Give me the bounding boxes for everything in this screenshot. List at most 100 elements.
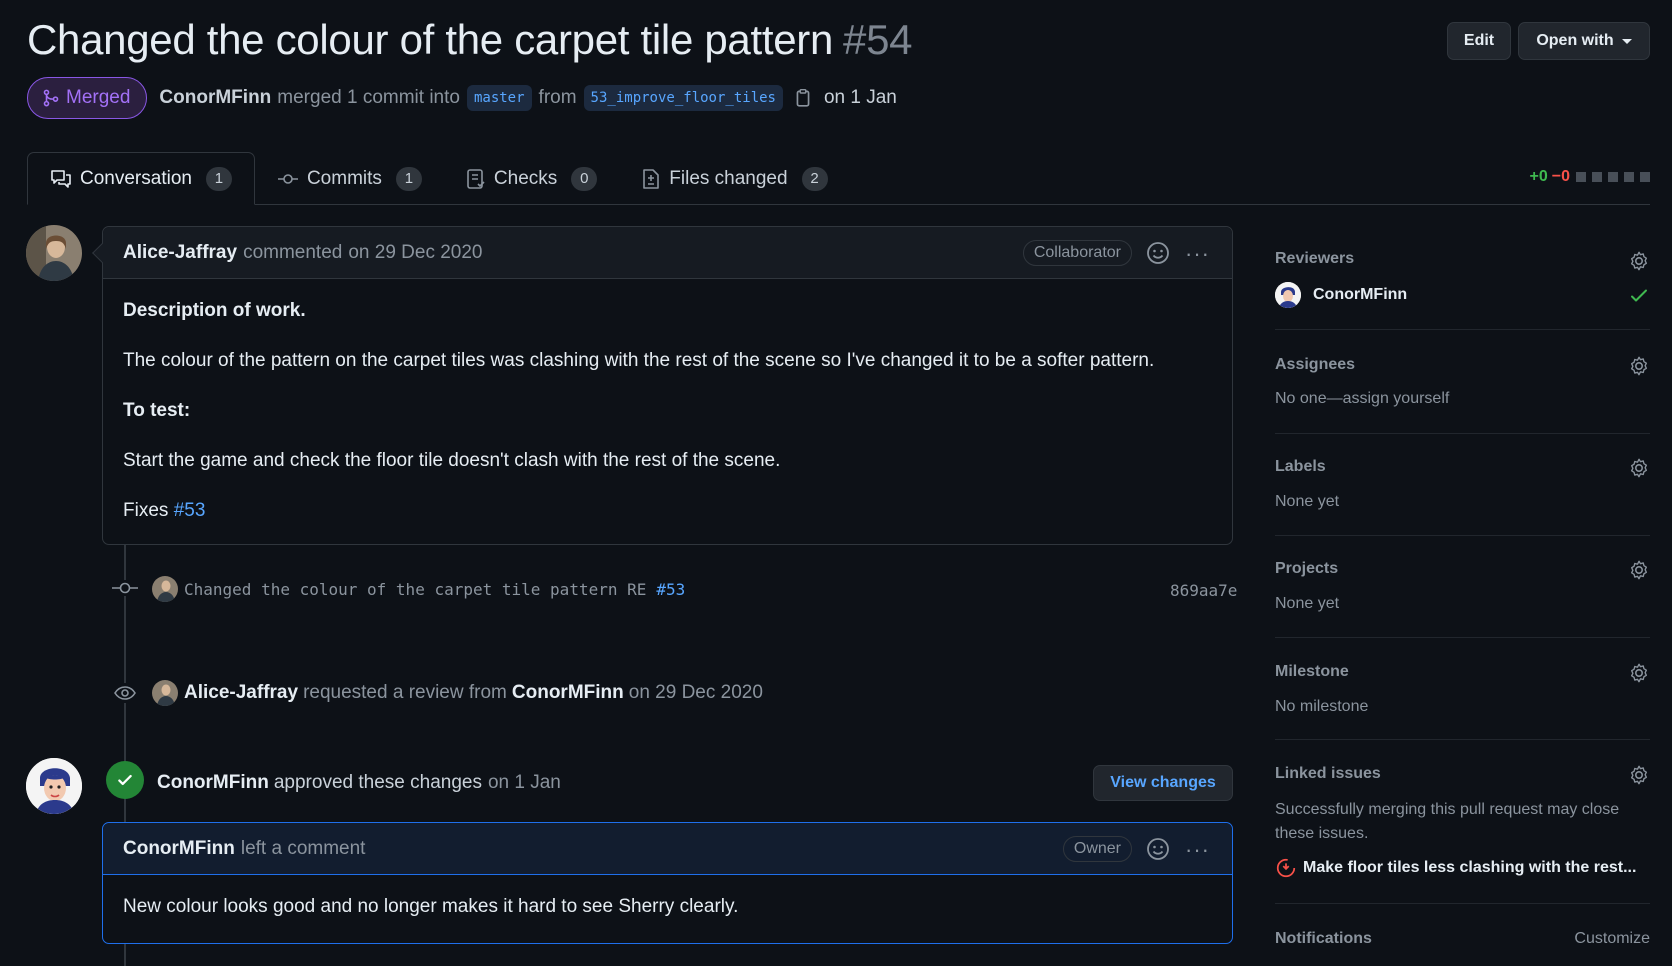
- approval-actor[interactable]: ConorMFinn: [157, 772, 269, 794]
- labels-value: None yet: [1275, 493, 1340, 510]
- review-request-text: requested a review from: [303, 682, 507, 703]
- view-changes-button[interactable]: View changes: [1093, 765, 1233, 801]
- tab-conversation[interactable]: Conversation 1: [27, 152, 255, 205]
- comment-body: Description of work. The colour of the p…: [103, 279, 1232, 543]
- role-badge: Collaborator: [1022, 240, 1132, 266]
- pr-tabs: Conversation 1 Commits 1 Checks 0 Files …: [27, 152, 850, 205]
- tab-checks[interactable]: Checks 0: [444, 152, 619, 205]
- sidebar-linked-issues-title[interactable]: Linked issues: [1275, 765, 1381, 783]
- commit-message[interactable]: Changed the colour of the carpet tile pa…: [184, 580, 646, 599]
- description-heading: Description of work.: [123, 300, 306, 321]
- avatar-alice-small[interactable]: [152, 576, 178, 602]
- sidebar-reviewers-title[interactable]: Reviewers: [1275, 250, 1354, 268]
- eye-icon: [112, 683, 138, 703]
- diffstat-block: [1576, 172, 1586, 182]
- git-merge-icon: [43, 89, 59, 107]
- avatar-alice-small-image: [152, 576, 178, 602]
- open-with-label: Open with: [1536, 32, 1614, 49]
- reviewer-row[interactable]: ConorMFinn: [1275, 282, 1407, 308]
- tab-commits-label: Commits: [306, 167, 382, 189]
- projects-value: None yet: [1275, 595, 1340, 612]
- comment-action: left a comment: [240, 837, 366, 859]
- tab-checks-label: Checks: [493, 167, 558, 189]
- commit-issue-link[interactable]: #53: [656, 580, 685, 599]
- git-commit-icon: [277, 173, 298, 184]
- gear-icon[interactable]: [1628, 662, 1650, 684]
- description-text: The colour of the pattern on the carpet …: [123, 350, 1155, 371]
- copy-icon[interactable]: [794, 88, 812, 108]
- comment-date[interactable]: on 29 Dec 2020: [348, 242, 482, 264]
- sidebar-assignees-title[interactable]: Assignees: [1275, 356, 1355, 374]
- diffstat-deletions: −0: [1551, 168, 1570, 185]
- test-heading: To test:: [123, 400, 191, 421]
- comment-header: Alice-Jaffray commented on 29 Dec 2020 C…: [103, 227, 1232, 279]
- edit-button[interactable]: Edit: [1447, 22, 1511, 60]
- reviewer-name: ConorMFinn: [1313, 286, 1408, 303]
- sidebar-projects: Projects None yet: [1275, 536, 1650, 638]
- checklist-icon: [467, 168, 485, 189]
- gear-icon[interactable]: [1628, 457, 1650, 479]
- tab-files-changed-label: Files changed: [669, 167, 788, 189]
- commit-event: Changed the colour of the carpet tile pa…: [152, 576, 685, 602]
- open-with-button[interactable]: Open with: [1518, 22, 1650, 60]
- issue-link[interactable]: #53: [174, 500, 206, 521]
- pr-meta: Merged ConorMFinn merged 1 commit into m…: [27, 77, 897, 119]
- linked-issue-title: Make floor tiles less clashing with the …: [1303, 859, 1637, 876]
- gear-icon[interactable]: [1628, 250, 1650, 272]
- comment-body: New colour looks good and no longer make…: [103, 875, 1232, 939]
- avatar-conor-image: [26, 758, 82, 814]
- tab-conversation-label: Conversation: [80, 167, 192, 189]
- test-text: Start the game and check the floor tile …: [123, 450, 781, 471]
- kebab-menu-icon[interactable]: ···: [1185, 837, 1210, 863]
- gear-icon[interactable]: [1628, 355, 1650, 377]
- smiley-icon[interactable]: [1146, 241, 1170, 265]
- sidebar-milestone-title[interactable]: Milestone: [1275, 663, 1349, 681]
- gear-icon[interactable]: [1628, 559, 1650, 581]
- smiley-icon[interactable]: [1146, 837, 1170, 861]
- gear-icon[interactable]: [1628, 764, 1650, 786]
- linked-issue-row[interactable]: Make floor tiles less clashing with the …: [1275, 857, 1636, 879]
- tab-conversation-count: 1: [205, 166, 232, 191]
- comment-author[interactable]: Alice-Jaffray: [123, 242, 237, 264]
- avatar-conor[interactable]: [26, 758, 82, 814]
- commit-sha[interactable]: 869aa7e: [1170, 581, 1237, 600]
- assignees-value[interactable]: No one—assign yourself: [1275, 390, 1449, 408]
- tab-commits-count: 1: [395, 166, 422, 191]
- linked-issues-description: Successfully merging this pull request m…: [1275, 801, 1620, 842]
- review-request-reviewer[interactable]: ConorMFinn: [512, 682, 624, 704]
- comment-box-review: ConorMFinn left a comment Owner ··· New …: [102, 822, 1233, 944]
- chevron-down-icon: [1621, 38, 1632, 44]
- merged-badge: Merged: [27, 77, 148, 119]
- tab-files-changed[interactable]: Files changed 2: [619, 152, 849, 205]
- sidebar-reviewers: Reviewers ConorMFinn: [1275, 226, 1650, 330]
- pr-number: #54: [843, 16, 913, 63]
- review-request-actor[interactable]: Alice-Jaffray: [184, 682, 298, 704]
- comment-action: commented: [243, 241, 343, 263]
- reviewer-avatar-image: [1275, 282, 1301, 308]
- base-branch[interactable]: master: [466, 85, 532, 111]
- sidebar-labels-title[interactable]: Labels: [1275, 458, 1326, 476]
- approval-date[interactable]: on 1 Jan: [488, 772, 561, 794]
- tab-commits[interactable]: Commits 1: [255, 152, 444, 205]
- merged-badge-label: Merged: [66, 87, 131, 108]
- head-branch[interactable]: 53_improve_floor_tiles: [583, 85, 783, 111]
- review-request-date[interactable]: on 29 Dec 2020: [629, 682, 763, 704]
- sidebar-projects-title[interactable]: Projects: [1275, 560, 1338, 578]
- merged-by-user[interactable]: ConorMFinn: [159, 87, 271, 109]
- sidebar-linked-issues: Linked issues Successfully merging this …: [1275, 740, 1650, 904]
- tab-files-changed-count: 2: [801, 166, 828, 191]
- diffstat-block: [1592, 172, 1602, 182]
- avatar-alice[interactable]: [26, 225, 82, 281]
- diffstat-additions: +0: [1529, 168, 1548, 185]
- avatar-alice-small[interactable]: [152, 680, 178, 706]
- customize-link[interactable]: Customize: [1574, 930, 1650, 948]
- fixes-label: Fixes: [123, 500, 169, 521]
- approved-badge: [106, 761, 144, 799]
- sidebar-milestone: Milestone No milestone: [1275, 638, 1650, 740]
- reviewer-avatar: [1275, 282, 1301, 308]
- approval-event: ConorMFinn approved these changes on 1 J…: [157, 772, 561, 794]
- kebab-menu-icon[interactable]: ···: [1185, 241, 1210, 267]
- comment-author[interactable]: ConorMFinn: [123, 838, 235, 860]
- diffstat: +0 −0: [1529, 168, 1650, 186]
- pr-title: Changed the colour of the carpet tile pa…: [27, 16, 913, 64]
